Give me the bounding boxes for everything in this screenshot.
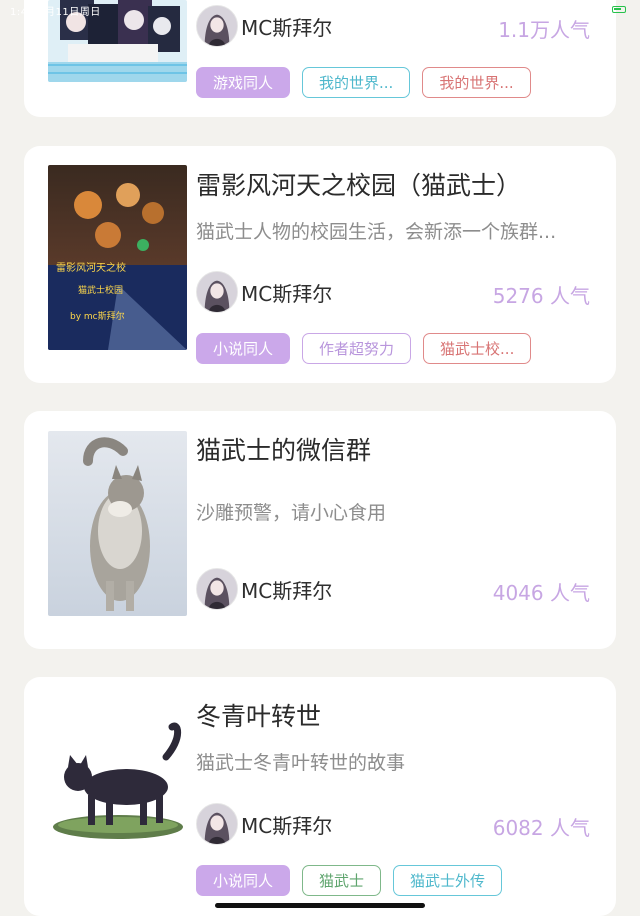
cover-image: [48, 697, 187, 882]
story-description: 猫武士人物的校园生活，会新添一个族群...: [196, 221, 557, 243]
story-card[interactable]: 雷影风河天之校 猫武士校园 by mc斯拜尔 雷影风河天之校园（猫武士） 猫武士…: [24, 146, 616, 383]
tag[interactable]: 小说同人: [196, 333, 291, 364]
story-title[interactable]: 猫武士的微信群: [196, 431, 592, 467]
popularity-count: 6082 人气: [492, 816, 590, 840]
story-description: 猫武士冬青叶转世的故事: [196, 752, 406, 774]
story-title[interactable]: 雷影风河天之校园（猫武士）: [196, 166, 592, 202]
tag-list: 小说同人 猫武士 猫武士外传: [196, 865, 503, 896]
author-name: MC斯拜尔: [241, 813, 333, 838]
tag[interactable]: 猫武士校...: [423, 333, 532, 364]
tag-list: 游戏同人 我的世界... 我的世界...: [196, 67, 531, 98]
story-card[interactable]: 猫武士的微信群 沙雕预警，请小心食用 MC斯拜尔 4046 人气: [24, 411, 616, 649]
cover-author: by mc斯拜尔: [70, 310, 125, 322]
story-card[interactable]: 冬青叶转世 猫武士冬青叶转世的故事 MC斯拜尔 6082 人气 小说同人 猫武士…: [24, 677, 616, 916]
popularity-count: 5276 人气: [492, 284, 590, 308]
tag[interactable]: 小说同人: [196, 865, 291, 896]
tag[interactable]: 我的世界...: [422, 67, 531, 98]
story-title[interactable]: 冬青叶转世: [196, 697, 592, 733]
tag[interactable]: 猫武士: [302, 865, 382, 896]
status-time: 1:43 5月11日周日: [10, 7, 101, 18]
cover-image: [48, 431, 187, 616]
battery-icon: [612, 6, 626, 13]
author[interactable]: MC斯拜尔: [196, 803, 332, 845]
cover-title: 雷影风河天之校: [56, 261, 126, 274]
author-avatar: [196, 803, 238, 845]
tag-list: 小说同人 作者超努力 猫武士校...: [196, 333, 532, 364]
tag[interactable]: 作者超努力: [302, 333, 412, 364]
status-bar: 1:43 5月11日周日: [0, 0, 640, 20]
author-name: MC斯拜尔: [241, 281, 333, 306]
tag[interactable]: 游戏同人: [196, 67, 291, 98]
author-avatar: [196, 271, 238, 313]
story-description: 沙雕预警，请小心食用: [196, 502, 387, 524]
popularity-count: 4046 人气: [492, 581, 590, 605]
author[interactable]: MC斯拜尔: [196, 568, 332, 610]
cover-subtitle: 猫武士校园: [78, 284, 123, 296]
tag[interactable]: 我的世界...: [302, 67, 411, 98]
author[interactable]: MC斯拜尔: [196, 271, 332, 313]
cover-image: 雷影风河天之校 猫武士校园 by mc斯拜尔: [48, 165, 187, 350]
author-avatar: [196, 568, 238, 610]
home-indicator[interactable]: [215, 903, 425, 908]
author-name: MC斯拜尔: [241, 578, 333, 603]
tag[interactable]: 猫武士外传: [393, 865, 503, 896]
